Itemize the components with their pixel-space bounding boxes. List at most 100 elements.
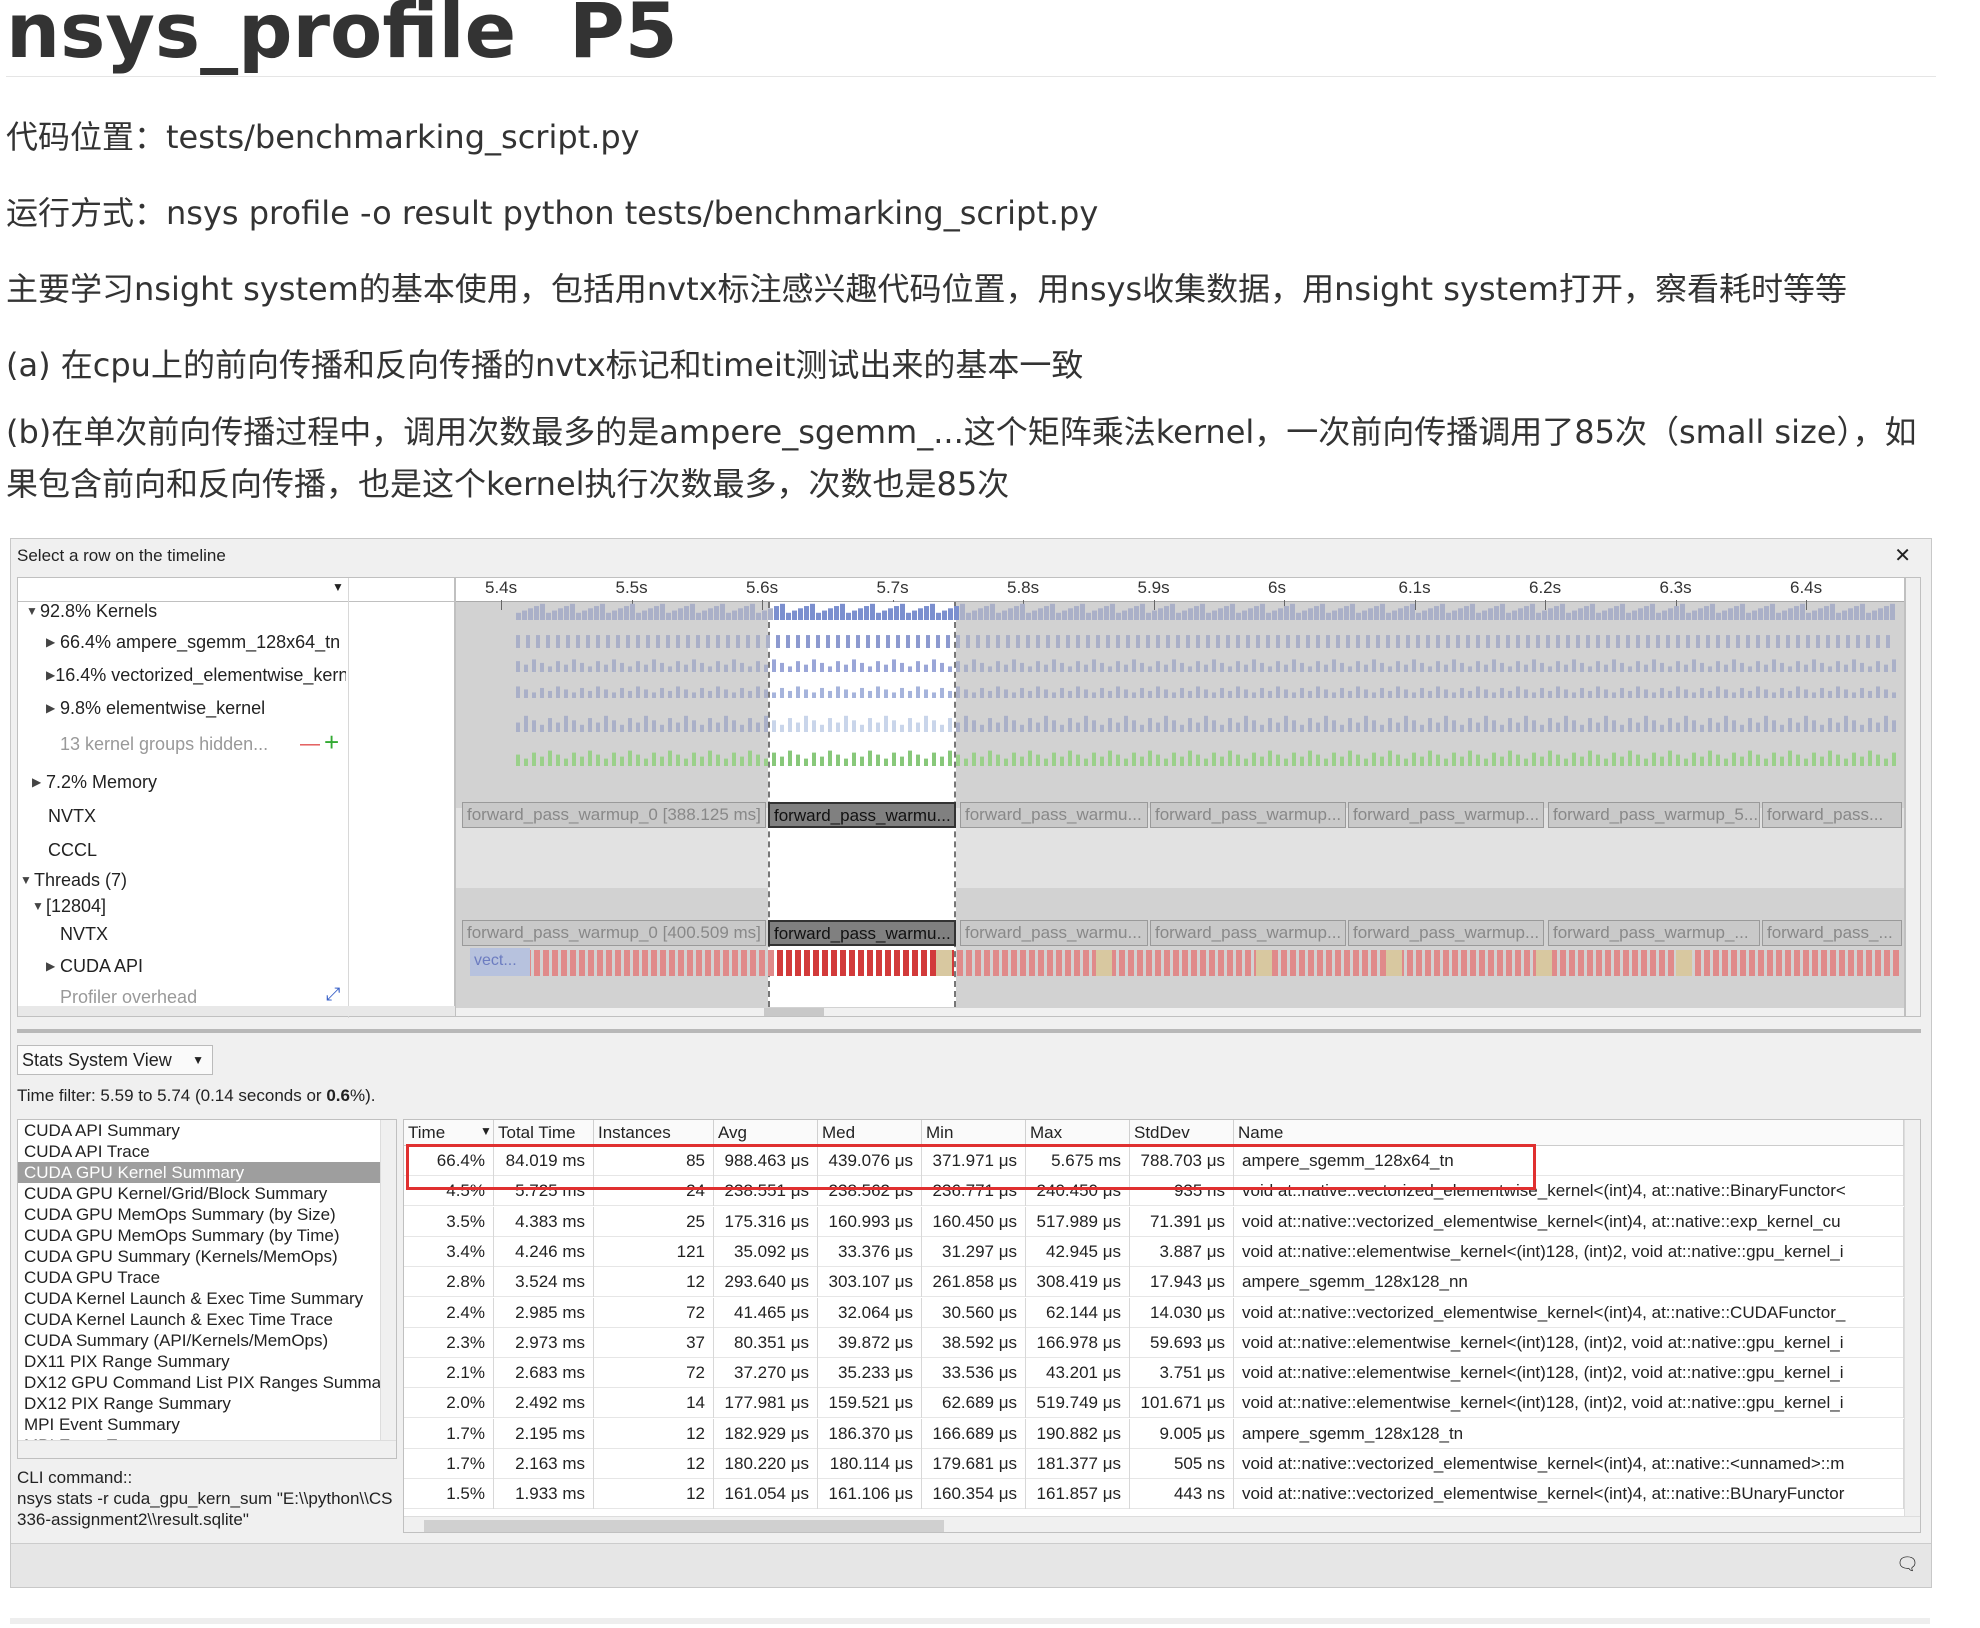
elementwise-trace	[1532, 692, 1536, 698]
nvtx-range-bar[interactable]: forward_pass_warmup...	[1150, 802, 1346, 828]
row-cccl[interactable]: CCCL	[48, 834, 97, 866]
report-item[interactable]: CUDA Summary (API/Kernels/MemOps)	[18, 1330, 382, 1351]
vectorized-trace	[1364, 664, 1368, 672]
nvtx-range-bar[interactable]: forward_pass_warmu...	[768, 920, 956, 946]
nvtx-range-bar[interactable]: forward_pass_warmup...	[1348, 802, 1544, 828]
close-icon[interactable]: ✕	[1894, 541, 1911, 571]
row-thread-nvtx[interactable]: NVTX	[60, 918, 108, 950]
expand-arrows-icon[interactable]: ⤢	[326, 984, 340, 1005]
collapse-icon[interactable]: ▼	[20, 873, 34, 887]
report-item[interactable]: CUDA Kernel Launch & Exec Time Summary	[18, 1288, 382, 1309]
hscroll-thumb[interactable]	[764, 1008, 824, 1016]
chat-icon[interactable]: 🗨	[1896, 1554, 1919, 1575]
hidden-trace	[1876, 722, 1880, 732]
memory-trace	[812, 752, 816, 766]
table-row[interactable]: 2.0% 2.492 ms 14 177.981 μs 159.521 μs 62.689…	[404, 1388, 1904, 1419]
nvtx-range-bar[interactable]: forward_pass_warmup_5...	[1548, 802, 1760, 828]
sgemm-trace	[1596, 635, 1600, 648]
table-row[interactable]: 3.5% 4.383 ms 25 175.316 μs 160.993 μs 160.45…	[404, 1206, 1904, 1237]
cli-command[interactable]: nsys stats -r cuda_gpu_kern_sum "E:\\pyt…	[17, 1488, 395, 1530]
panel-splitter[interactable]	[17, 1029, 1921, 1033]
report-list[interactable]: CUDA API Summary CUDA API Trace CUDA GPU K…	[17, 1119, 397, 1459]
nvtx-range-bar[interactable]: forward_pass_warmu...	[960, 920, 1148, 946]
expand-icon[interactable]: ▶	[46, 959, 60, 973]
row-kernels[interactable]: ▼ 92.8% Kernels	[26, 600, 157, 622]
cuda-api-bar	[840, 950, 846, 976]
cuda-api-bar	[1767, 950, 1773, 976]
report-item[interactable]: CUDA Kernel Launch & Exec Time Trace	[18, 1309, 382, 1330]
row-memory[interactable]: ▶ 7.2% Memory	[32, 766, 157, 798]
nvtx-range-bar[interactable]: forward_pass_...	[1762, 920, 1902, 946]
minus-icon[interactable]: —	[300, 728, 320, 760]
memory-trace	[1020, 756, 1024, 766]
nvtx-range-bar[interactable]: forward_pass_warmup...	[1150, 920, 1346, 946]
nvtx-range-bar[interactable]: forward_pass...	[1762, 802, 1902, 828]
row-kernel-sgemm[interactable]: ▶ 66.4% ampere_sgemm_128x64_tn	[46, 626, 340, 658]
report-item[interactable]: CUDA GPU Kernel/Grid/Block Summary	[18, 1183, 382, 1204]
expand-icon[interactable]: ▶	[46, 701, 60, 715]
memory-trace	[940, 756, 944, 766]
table-row[interactable]: 2.3% 2.973 ms 37 80.351 μs 39.872 μs 38.592 μ…	[404, 1327, 1904, 1358]
sort-descending-icon[interactable]: ▼	[480, 1124, 492, 1138]
column-header[interactable]: Min	[922, 1120, 1026, 1146]
table-row[interactable]: 1.7% 2.195 ms 12 182.929 μs 186.370 μs 166.68…	[404, 1418, 1904, 1449]
report-item[interactable]: CUDA GPU MemOps Summary (by Time)	[18, 1225, 382, 1246]
timeline-hscroll[interactable]	[456, 1008, 1904, 1016]
nvtx-range-bar[interactable]: forward_pass_warmu...	[768, 802, 956, 828]
table-row[interactable]: 1.5% 1.933 ms 12 161.054 μs 161.106 μs 160.35…	[404, 1479, 1904, 1510]
cuda-api-bar	[1443, 950, 1449, 976]
report-item[interactable]: MPI Event Summary	[18, 1414, 382, 1435]
report-item[interactable]: CUDA GPU Trace	[18, 1267, 382, 1288]
stats-view-select[interactable]: Stats System View ▼	[17, 1045, 213, 1075]
collapse-icon[interactable]: ▼	[26, 604, 40, 618]
row-kernel-vectorized[interactable]: ▶ 16.4% vectorized_elementwise_kerne	[46, 659, 346, 691]
table-row[interactable]: 2.8% 3.524 ms 12 293.640 μs 303.107 μs 261.85…	[404, 1267, 1904, 1298]
column-header[interactable]: Total Time	[494, 1120, 594, 1146]
timeline-canvas[interactable]: 5.4s 5.5s 5.6s 5.7s 5.8s 5.9s 6s 6.1s 6.2s 6.3s 6.…	[455, 577, 1905, 1017]
nvtx-range-bar[interactable]: forward_pass_warmu...	[960, 802, 1148, 828]
column-header[interactable]: StdDev	[1130, 1120, 1234, 1146]
elementwise-trace	[716, 686, 720, 698]
report-list-hscroll[interactable]	[18, 1440, 396, 1458]
left-panel-hscroll[interactable]	[18, 1006, 456, 1016]
plus-icon[interactable]: +	[324, 726, 339, 758]
row-filter-dropdown[interactable]: ▼	[18, 578, 456, 602]
report-item[interactable]: CUDA GPU MemOps Summary (by Size)	[18, 1204, 382, 1225]
nvtx-range-bar[interactable]: forward_pass_warmup_0 [400.509 ms]	[462, 920, 766, 946]
cuda-api-sync-bar	[1676, 950, 1692, 976]
expand-icon[interactable]: ▶	[46, 668, 55, 682]
nvtx-range-bar[interactable]: forward_pass_warmup_0 [388.125 ms]	[462, 802, 766, 828]
table-hscroll[interactable]	[404, 1516, 1920, 1532]
table-row[interactable]: 1.7% 2.163 ms 12 180.220 μs 180.114 μs 179.68…	[404, 1449, 1904, 1479]
table-hscroll-thumb[interactable]	[424, 1520, 944, 1532]
expand-icon[interactable]: ▶	[32, 775, 46, 789]
row-kernel-elementwise[interactable]: ▶ 9.8% elementwise_kernel	[46, 692, 265, 724]
timeline-vscroll[interactable]	[1905, 577, 1921, 1017]
table-cell: 2.973 ms	[494, 1327, 594, 1358]
report-item[interactable]: CUDA API Trace	[18, 1141, 382, 1162]
table-row[interactable]: 2.1% 2.683 ms 72 37.270 μs 35.233 μs 33.536 μ…	[404, 1358, 1904, 1389]
column-header[interactable]: Instances	[594, 1120, 714, 1146]
table-vscroll[interactable]	[1904, 1120, 1920, 1516]
row-nvtx[interactable]: NVTX	[48, 800, 96, 832]
expand-icon[interactable]: ▶	[46, 635, 60, 649]
nvtx-range-bar[interactable]: forward_pass_warmup_...	[1548, 920, 1760, 946]
report-item[interactable]: DX11 PIX Range Summary	[18, 1351, 382, 1372]
nvtx-range-bar[interactable]: forward_pass_warmup...	[1348, 920, 1544, 946]
column-header[interactable]: Avg	[714, 1120, 818, 1146]
table-row[interactable]: 2.4% 2.985 ms 72 41.465 μs 32.064 μs 30.560 μ…	[404, 1297, 1904, 1328]
column-header[interactable]: Max	[1026, 1120, 1130, 1146]
table-row[interactable]: 3.4% 4.246 ms 121 35.092 μs 33.376 μs 31.297 …	[404, 1236, 1904, 1267]
column-header[interactable]: Med	[818, 1120, 922, 1146]
report-item[interactable]: CUDA API Summary	[18, 1120, 382, 1141]
report-item[interactable]: CUDA GPU Kernel Summary	[18, 1162, 382, 1183]
report-item[interactable]: CUDA GPU Summary (Kernels/MemOps)	[18, 1246, 382, 1267]
sgemm-trace	[1406, 635, 1410, 648]
column-header[interactable]: Name	[1234, 1120, 1904, 1146]
memory-trace	[1300, 756, 1304, 766]
row-cuda-api[interactable]: ▶ CUDA API	[46, 950, 143, 982]
collapse-icon[interactable]: ▼	[32, 899, 46, 913]
report-item[interactable]: DX12 PIX Range Summary	[18, 1393, 382, 1414]
report-item[interactable]: DX12 GPU Command List PIX Ranges Summa	[18, 1372, 382, 1393]
report-list-vscroll[interactable]	[380, 1120, 396, 1440]
